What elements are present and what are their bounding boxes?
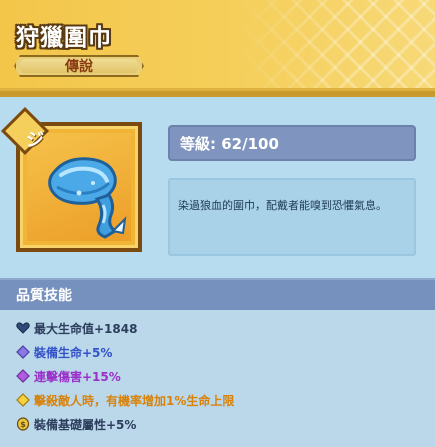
rarity-label: 傳說 [65,59,93,75]
quality-skills-list: 最大生命值+1848 裝備生命+5% 連擊傷害+15% 擊殺敵人時，有機率增加1… [0,310,435,447]
skill-text: 擊殺敵人時，有機率增加1%生命上限 [34,393,235,408]
skill-row: $ 裝備基礎屬性+5% [16,414,136,434]
skill-row: 連擊傷害+15% [16,366,121,386]
violet-diamond-icon [16,369,30,383]
skill-text: 連擊傷害+15% [34,369,121,384]
item-name: 狩獵圍巾 [16,25,112,51]
level-label: 等級: 62/100 [180,134,279,153]
item-type-glyph: ジ [26,130,44,151]
item-icon-frame[interactable]: ジ [0,106,142,252]
level-panel: 等級: 62/100 [168,125,416,161]
item-header: 狩獵圍巾 傳說 [0,0,435,97]
skill-text: 裝備生命+5% [34,345,113,360]
description-panel: 染過狼血的圍巾，配戴者能嗅到恐懼氣息。 [168,178,416,256]
item-description: 染過狼血的圍巾，配戴者能嗅到恐懼氣息。 [178,199,387,212]
rarity-badge: 傳說 [14,55,144,77]
quality-skills-header: 品質技能 [0,278,435,310]
heart-icon [16,322,30,334]
svg-text:$: $ [20,420,26,429]
header-pattern [235,0,435,97]
gold-diamond-icon [16,393,30,407]
quality-skills-title: 品質技能 [16,288,72,304]
skill-text: 裝備基礎屬性+5% [34,417,137,432]
purple-diamond-icon [16,345,30,359]
skill-text: 最大生命值+1848 [34,321,138,336]
skill-row: 擊殺敵人時，有機率增加1%生命上限 [16,390,234,410]
coin-icon: $ [16,417,30,431]
skill-row: 裝備生命+5% [16,342,112,362]
skill-row: 最大生命值+1848 [16,318,137,338]
header-divider [0,88,435,97]
